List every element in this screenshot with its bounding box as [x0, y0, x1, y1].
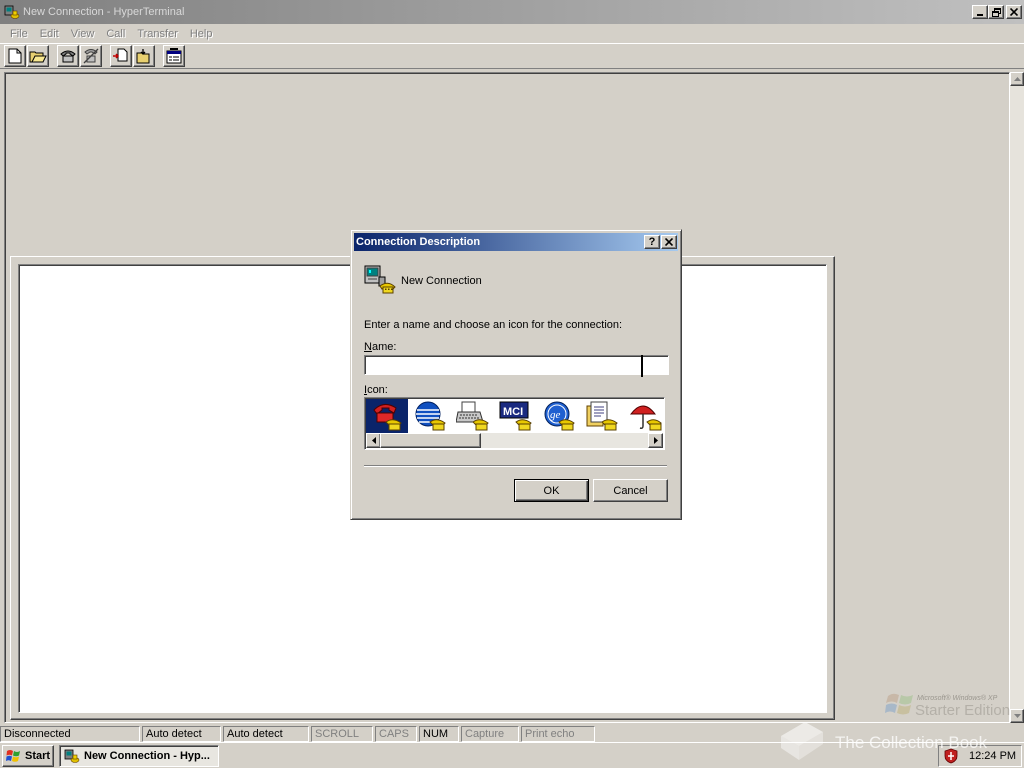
icon-list[interactable]: MCI ge [364, 397, 665, 450]
menu-file[interactable]: File [4, 28, 34, 40]
cancel-button[interactable]: Cancel [593, 479, 668, 502]
ge-icon[interactable]: ge [538, 399, 580, 433]
name-field[interactable] [364, 355, 669, 375]
disconnect-icon[interactable] [80, 45, 102, 67]
status-scroll: SCROLL [311, 725, 373, 742]
taskbar: Start New Connection - Hyp... 12:24 PM [0, 742, 1024, 768]
close-button[interactable] [1006, 5, 1022, 19]
scroll-up-icon[interactable] [1010, 72, 1024, 86]
connect-icon[interactable] [57, 45, 79, 67]
ok-button[interactable]: OK [514, 479, 589, 502]
menu-transfer[interactable]: Transfer [131, 28, 184, 40]
dialog-heading: New Connection [401, 275, 482, 287]
menu-view[interactable]: View [65, 28, 101, 40]
new-connection-icon [364, 263, 396, 295]
svg-text:ge: ge [550, 409, 561, 421]
status-caps: CAPS [375, 725, 417, 742]
dialog-close-button[interactable] [661, 235, 677, 249]
windows-xp-starter-badge: Microsoft® Windows® XP Starter Edition [885, 690, 1015, 720]
edition-big-text: Starter Edition [915, 702, 1011, 719]
restore-button[interactable] [988, 5, 1004, 19]
connection-description-dialog: Connection Description ? New Connection … [350, 229, 682, 520]
status-capture: Capture [461, 725, 519, 742]
main-title-bar[interactable]: New Connection - HyperTerminal [0, 0, 1024, 24]
send-icon[interactable] [110, 45, 132, 67]
status-bar: Disconnected Auto detect Auto detect SCR… [0, 725, 1024, 742]
menu-edit[interactable]: Edit [34, 28, 65, 40]
icon-label: Icon: [364, 384, 388, 396]
scroll-right-icon[interactable] [648, 433, 663, 448]
umbrella-icon[interactable] [624, 399, 664, 433]
scroll-thumb[interactable] [380, 433, 481, 448]
dialog-prompt: Enter a name and choose an icon for the … [364, 319, 623, 331]
status-print-echo: Print echo [521, 725, 595, 742]
status-detect-1: Auto detect [142, 725, 221, 742]
hyperterminal-task-icon [64, 749, 80, 763]
window-title: New Connection - HyperTerminal [23, 6, 185, 18]
dialog-title: Connection Description [356, 236, 481, 248]
edition-small-text: Microsoft® Windows® XP [917, 695, 998, 702]
documents-icon[interactable] [581, 399, 623, 433]
system-tray: 12:24 PM [938, 745, 1022, 767]
properties-icon[interactable] [163, 45, 185, 67]
start-button[interactable]: Start [2, 745, 54, 767]
help-button[interactable]: ? [644, 235, 660, 249]
start-label: Start [25, 750, 51, 762]
menu-call[interactable]: Call [100, 28, 131, 40]
task-label: New Connection - Hyp... [84, 750, 210, 762]
menu-bar: File Edit View Call Transfer Help [0, 24, 1024, 43]
icon-list-scrollbar[interactable] [366, 433, 663, 448]
typewriter-icon[interactable] [452, 399, 494, 433]
name-label: Name: [364, 341, 397, 353]
windows-flag-icon [6, 750, 20, 762]
menu-help[interactable]: Help [184, 28, 219, 40]
open-icon[interactable] [27, 45, 49, 67]
security-shield-icon[interactable] [943, 748, 959, 764]
windows-logo-icon [885, 693, 913, 715]
dialog-separator [364, 465, 667, 467]
i-beam-cursor [641, 355, 643, 377]
minimize-button[interactable] [972, 5, 988, 19]
mci-icon[interactable]: MCI [495, 399, 537, 433]
globe-icon[interactable] [409, 399, 451, 433]
scroll-left-icon[interactable] [366, 433, 381, 448]
taskbar-item-hyperterminal[interactable]: New Connection - Hyp... [59, 745, 219, 767]
svg-text:MCI: MCI [503, 406, 523, 418]
phone-red-icon[interactable] [366, 399, 408, 433]
toolbar [0, 43, 1024, 69]
clock[interactable]: 12:24 PM [969, 750, 1016, 762]
status-detect-2: Auto detect [223, 725, 309, 742]
hyperterminal-app-icon[interactable] [4, 4, 20, 20]
dialog-title-bar[interactable]: Connection Description [354, 233, 678, 251]
vertical-scrollbar[interactable] [1010, 72, 1024, 723]
status-num: NUM [419, 725, 459, 742]
status-connection: Disconnected [0, 725, 140, 742]
new-icon[interactable] [4, 45, 26, 67]
receive-icon[interactable] [133, 45, 155, 67]
